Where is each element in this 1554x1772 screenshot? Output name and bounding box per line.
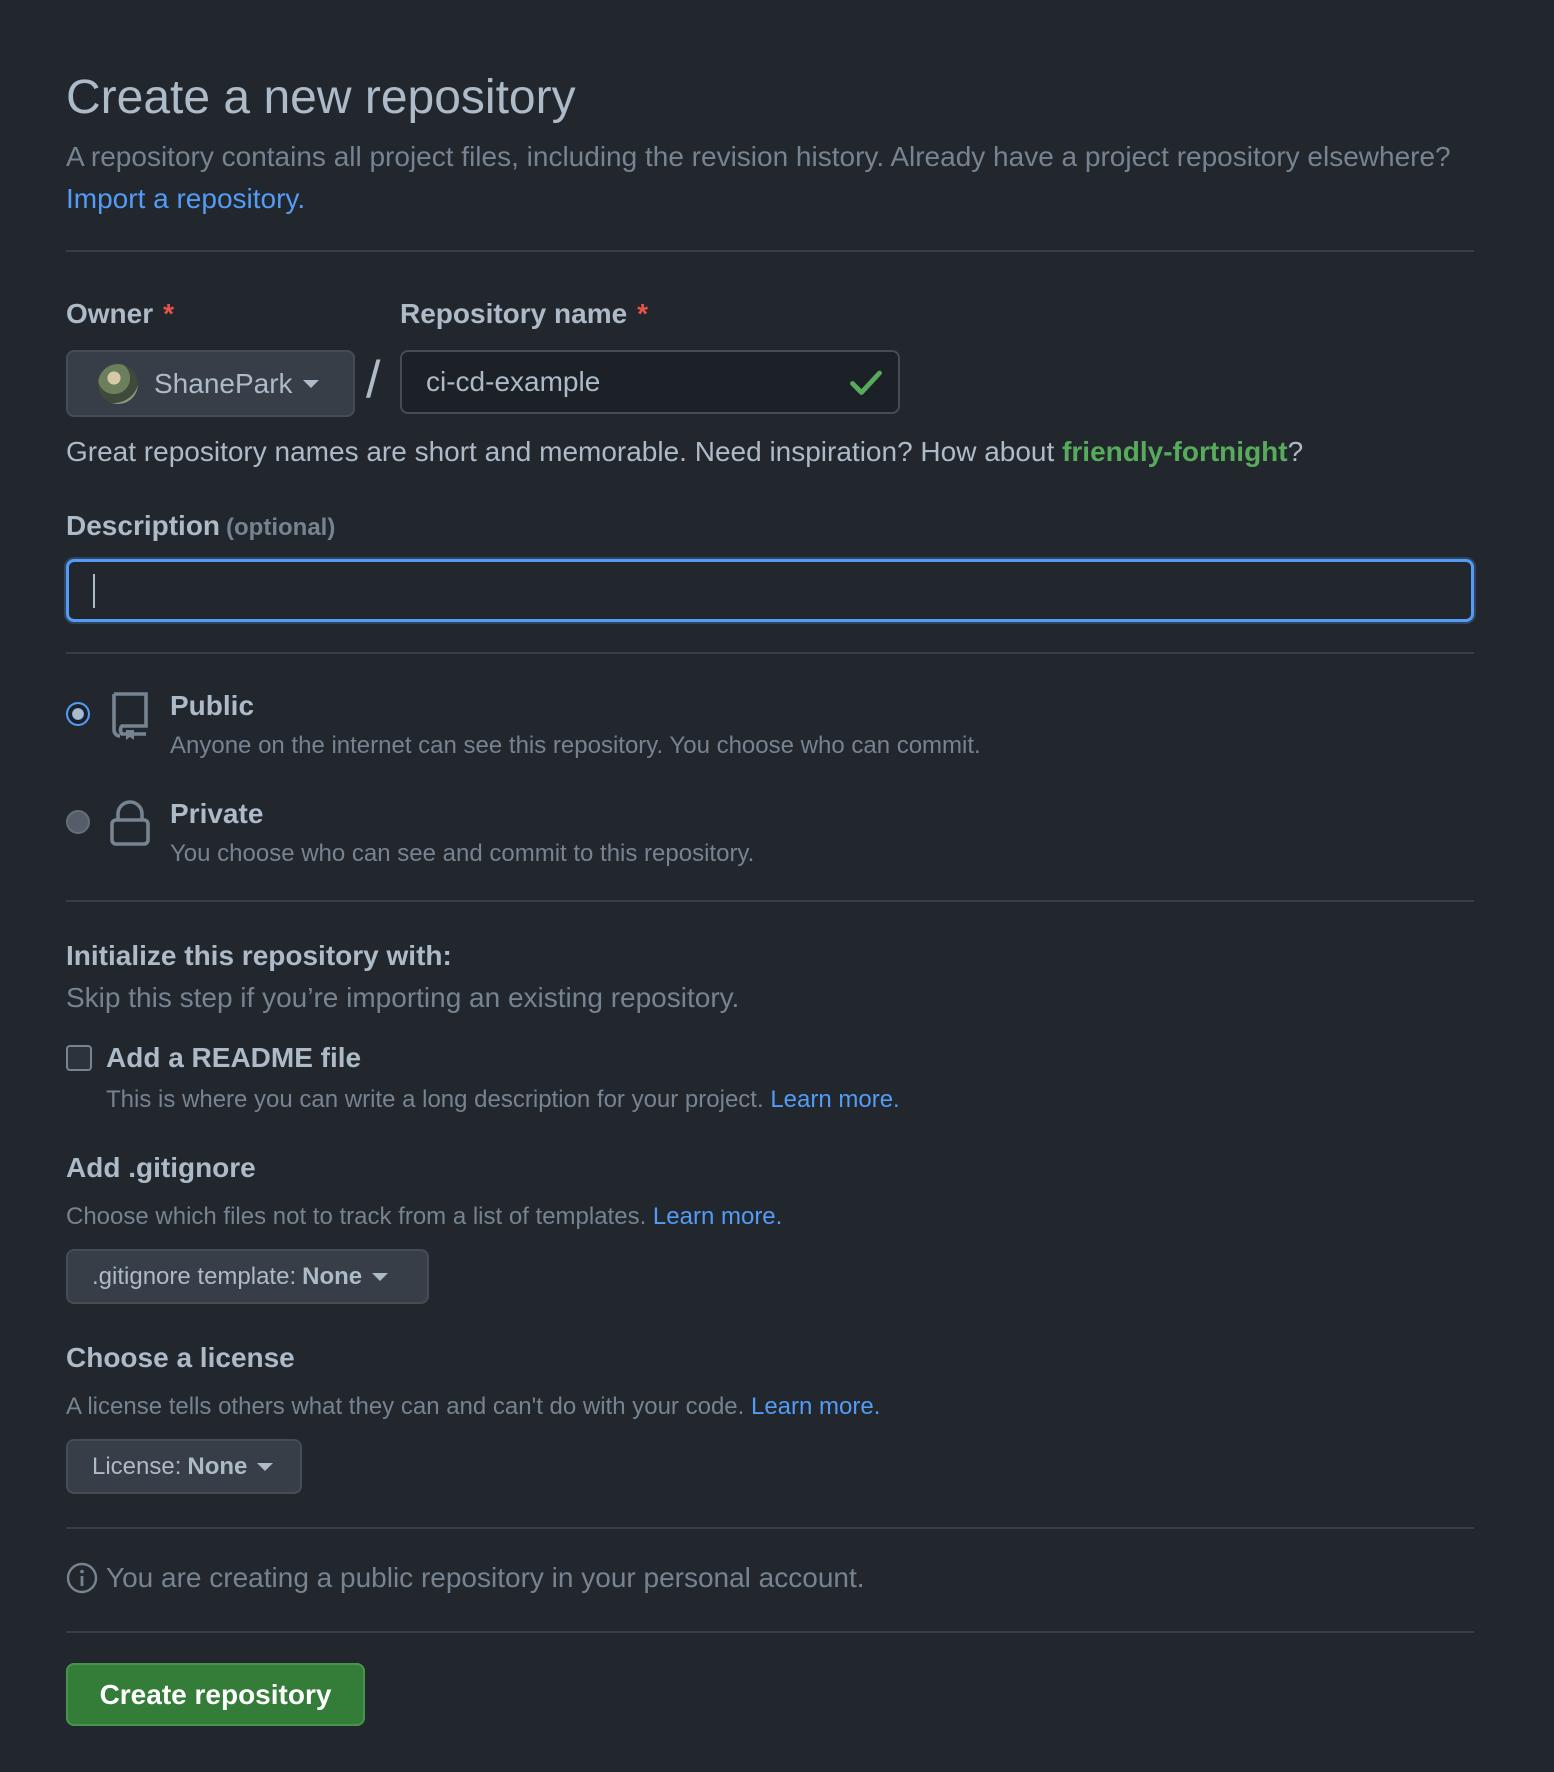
public-title: Public [170,690,255,721]
new-repository-page: Create a new repository A repository con… [0,0,1554,1772]
public-desc: Anyone on the internet can see this repo… [170,732,981,759]
import-repository-link[interactable]: Import a repository. [66,183,305,214]
repository-name-value: ci-cd-example [426,366,601,397]
license-dropdown[interactable]: License: None [66,1439,302,1494]
readme-label[interactable]: Add a README file [106,1042,361,1074]
page-subtitle: A repository contains all project files,… [66,136,1466,220]
gitignore-learn-more-link[interactable]: Learn more. [653,1203,782,1230]
description-label-text: Description [66,510,221,541]
visibility-notice: You are creating a public repository in … [66,1562,865,1594]
gitignore-desc: Choose which files not to track from a l… [66,1203,782,1231]
name-hint-suffix: ? [1287,436,1304,467]
create-repository-button[interactable]: Create repository [66,1663,365,1726]
private-desc: You choose who can see and commit to thi… [170,840,755,867]
owner-name: ShanePark [154,367,293,399]
gitignore-button-value: None [302,1262,363,1290]
notice-text: You are creating a public repository in … [106,1562,865,1593]
lock-icon [110,800,150,846]
init-title: Initialize this repository with: [66,940,452,971]
readme-checkbox[interactable] [66,1045,92,1071]
private-title: Private [170,798,264,829]
subtitle-text: A repository contains all project files,… [66,141,1451,172]
radio-private[interactable] [66,810,90,834]
divider [66,1527,1474,1529]
caret-down-icon [302,379,319,388]
gitignore-title: Add .gitignore [66,1152,256,1183]
name-hint: Great repository names are short and mem… [66,436,1303,468]
text-cursor [93,574,95,608]
repo-name-label: Repository name * [400,298,648,330]
owner-dropdown[interactable]: ShanePark [66,350,355,417]
avatar [98,363,138,404]
owner-repo-separator: / [366,351,381,409]
description-input[interactable] [66,559,1474,622]
readme-learn-more-link[interactable]: Learn more. [770,1086,899,1113]
readme-desc: This is where you can write a long descr… [106,1086,900,1114]
license-button-value: None [187,1452,248,1480]
init-subtitle: Skip this step if you’re importing an ex… [66,982,740,1013]
name-suggestion-link[interactable]: friendly-fortnight [1062,436,1288,467]
page-title: Create a new repository [66,71,576,124]
required-mark: * [163,298,175,329]
caret-down-icon [257,1462,274,1471]
info-icon [66,1562,98,1594]
license-desc-text: A license tells others what they can and… [66,1393,745,1420]
description-label: Description (optional) [66,510,335,542]
gitignore-desc-text: Choose which files not to track from a l… [66,1203,647,1230]
radio-public[interactable] [66,702,90,726]
gitignore-button-prefix: .gitignore template: [92,1262,297,1290]
repository-name-input[interactable]: ci-cd-example [400,350,900,414]
license-title: Choose a license [66,1342,295,1373]
divider [66,1631,1474,1633]
repo-name-label-text: Repository name [400,298,628,329]
required-mark: * [637,298,649,329]
license-desc: A license tells others what they can and… [66,1393,880,1421]
owner-label-text: Owner [66,298,154,329]
divider [66,250,1474,252]
divider [66,900,1474,902]
license-button-prefix: License: [92,1452,182,1480]
owner-label: Owner * [66,298,174,330]
divider [66,652,1474,654]
repo-icon [112,692,148,740]
check-icon [850,370,882,395]
optional-label: (optional) [226,514,336,541]
license-learn-more-link[interactable]: Learn more. [751,1393,880,1420]
caret-down-icon [372,1272,389,1281]
name-hint-text: Great repository names are short and mem… [66,436,1055,467]
readme-desc-text: This is where you can write a long descr… [106,1086,764,1113]
gitignore-template-dropdown[interactable]: .gitignore template: None [66,1249,429,1304]
